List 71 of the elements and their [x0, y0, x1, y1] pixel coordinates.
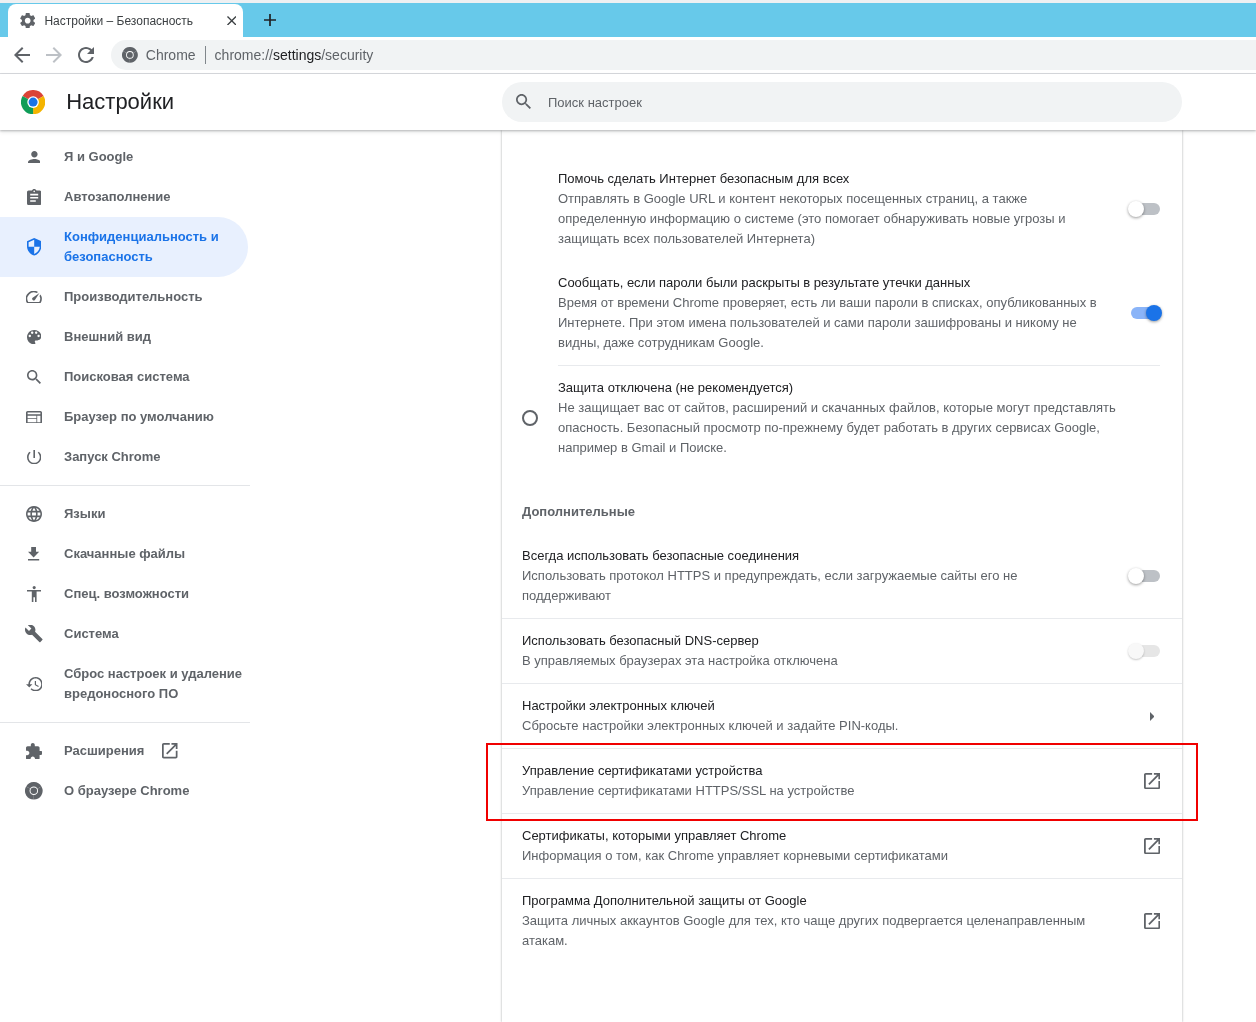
setting-description: Управление сертификатами HTTPS/SSL на устройстве: [522, 782, 856, 800]
sidebar-item[interactable]: Автозаполнение: [0, 177, 248, 217]
setting-description: Отправлять в Google URL и контент некоторых посещенных страниц, а также определенную информацию о системе (это помогает обнаруживать новые угрозы и защищать всех пользователей Интернета): [558, 190, 1067, 248]
section-heading: Дополнительные: [521, 503, 636, 521]
palette-icon: [26, 329, 42, 345]
power-icon: [26, 449, 42, 465]
setting-description: Сбросьте настройки электронных ключей и задайте PIN-коды.: [522, 717, 900, 735]
external-link-icon[interactable]: [1143, 772, 1160, 790]
setting-title: Управление сертификатами устройства: [522, 762, 764, 780]
setting-title: Настройки электронных ключей: [522, 697, 716, 715]
site-chip-label: Chrome: [145, 47, 196, 63]
browser-window-icon: [26, 410, 42, 424]
external-link-icon[interactable]: [162, 743, 178, 759]
shield-icon: [26, 238, 42, 256]
back-arrow-icon[interactable]: [14, 47, 30, 63]
sidebar-item[interactable]: Я и Google: [0, 137, 248, 177]
reload-icon[interactable]: [78, 47, 94, 63]
accessibility-icon: [26, 586, 42, 602]
globe-icon: [26, 506, 42, 522]
wrench-icon: [25, 625, 43, 643]
address-bar[interactable]: Chrome chrome://settings/security: [111, 40, 1256, 70]
caret-right-icon[interactable]: [1149, 711, 1154, 721]
sidebar-item[interactable]: Система: [0, 614, 248, 654]
sidebar-item[interactable]: Внешний вид: [0, 317, 248, 357]
toggle-switch[interactable]: [1128, 568, 1162, 584]
setting-description: Время от времени Chrome проверяет, есть ли ваши пароли в списках, опубликованных в Интернете. При этом имена пользователей и сами пароли зашифрованы и никому не видны, даже сотрудникам Google.: [558, 294, 1098, 352]
sidebar-item[interactable]: Сброс настроек и удаление вредоносного ПО: [0, 654, 248, 714]
setting-title: Использовать безопасный DNS-сервер: [522, 632, 760, 650]
setting-title: Всегда использовать безопасные соединения: [522, 547, 801, 565]
external-link-icon[interactable]: [1143, 912, 1160, 930]
sidebar-item[interactable]: Производительность: [0, 277, 248, 317]
setting-description: В управляемых браузерах эта настройка отключена: [522, 652, 839, 670]
logo-icon: [21, 89, 46, 115]
setting-description: Использовать протокол HTTPS и предупреждать, если загружаемые сайты его не поддерживают: [522, 567, 1019, 605]
sidebar-item[interactable]: Поисковая система: [0, 357, 248, 397]
person-icon: [27, 150, 41, 164]
toggle-switch[interactable]: [1128, 201, 1162, 217]
url-text: chrome://settings/security: [214, 47, 374, 63]
setting-description: Защита личных аккаунтов Google для тех, кто чаще других подвергается целенаправленным атакам.: [522, 912, 1087, 950]
setting-description: Информация о том, как Chrome управляет корневыми сертификатами: [522, 847, 949, 865]
setting-title: Сертификаты, которыми управляет Chrome: [522, 827, 788, 845]
radio-button[interactable]: [522, 410, 538, 426]
history-icon: [25, 676, 43, 692]
speedometer-icon: [26, 290, 42, 304]
clipboard-icon: [26, 189, 42, 205]
gear-icon: [20, 12, 36, 29]
setting-title: Помочь сделать Интернет безопасным для всех: [558, 170, 851, 188]
sidebar-item[interactable]: Языки: [0, 494, 248, 534]
setting-title: Программа Дополнительной защиты от Google: [522, 892, 808, 910]
sidebar-item[interactable]: Браузер по умолчанию: [0, 397, 248, 437]
sidebar-item[interactable]: Спец. возможности: [0, 574, 248, 614]
setting-description: Не защищает вас от сайтов, расширений и скачанных файлов, которые могут представлять опасность. Безопасный просмотр по-прежнему будет работать в других сервисах Google, например в Gmail и Поиске.: [558, 399, 1117, 457]
logo-icon: [25, 782, 43, 800]
sidebar-item[interactable]: Запуск Chrome: [0, 437, 248, 477]
logo-icon: [122, 47, 138, 63]
sidebar-item[interactable]: Скачанные файлы: [0, 534, 248, 574]
browser-tab[interactable]: Настройки – Безопасность: [8, 4, 243, 37]
page-title: Настройки: [66, 89, 175, 115]
close-icon[interactable]: [226, 15, 236, 26]
search-icon: [27, 370, 41, 384]
puzzle-piece-icon: [25, 742, 43, 760]
search-field[interactable]: Поиск настроек: [502, 82, 1182, 122]
setting-title: Защита отключена (не рекомендуется): [558, 379, 795, 397]
download-icon: [28, 547, 40, 561]
sidebar-item[interactable]: Конфиденциальность и безопасность: [0, 217, 248, 277]
search-icon: [516, 94, 531, 109]
plus-icon[interactable]: [264, 14, 276, 26]
external-link-icon[interactable]: [1143, 837, 1160, 855]
sidebar-item[interactable]: Расширения: [0, 731, 248, 771]
setting-title: Сообщать, если пароли были раскрыты в результате утечки данных: [558, 274, 972, 292]
sidebar-item[interactable]: О браузере Chrome: [0, 771, 248, 811]
